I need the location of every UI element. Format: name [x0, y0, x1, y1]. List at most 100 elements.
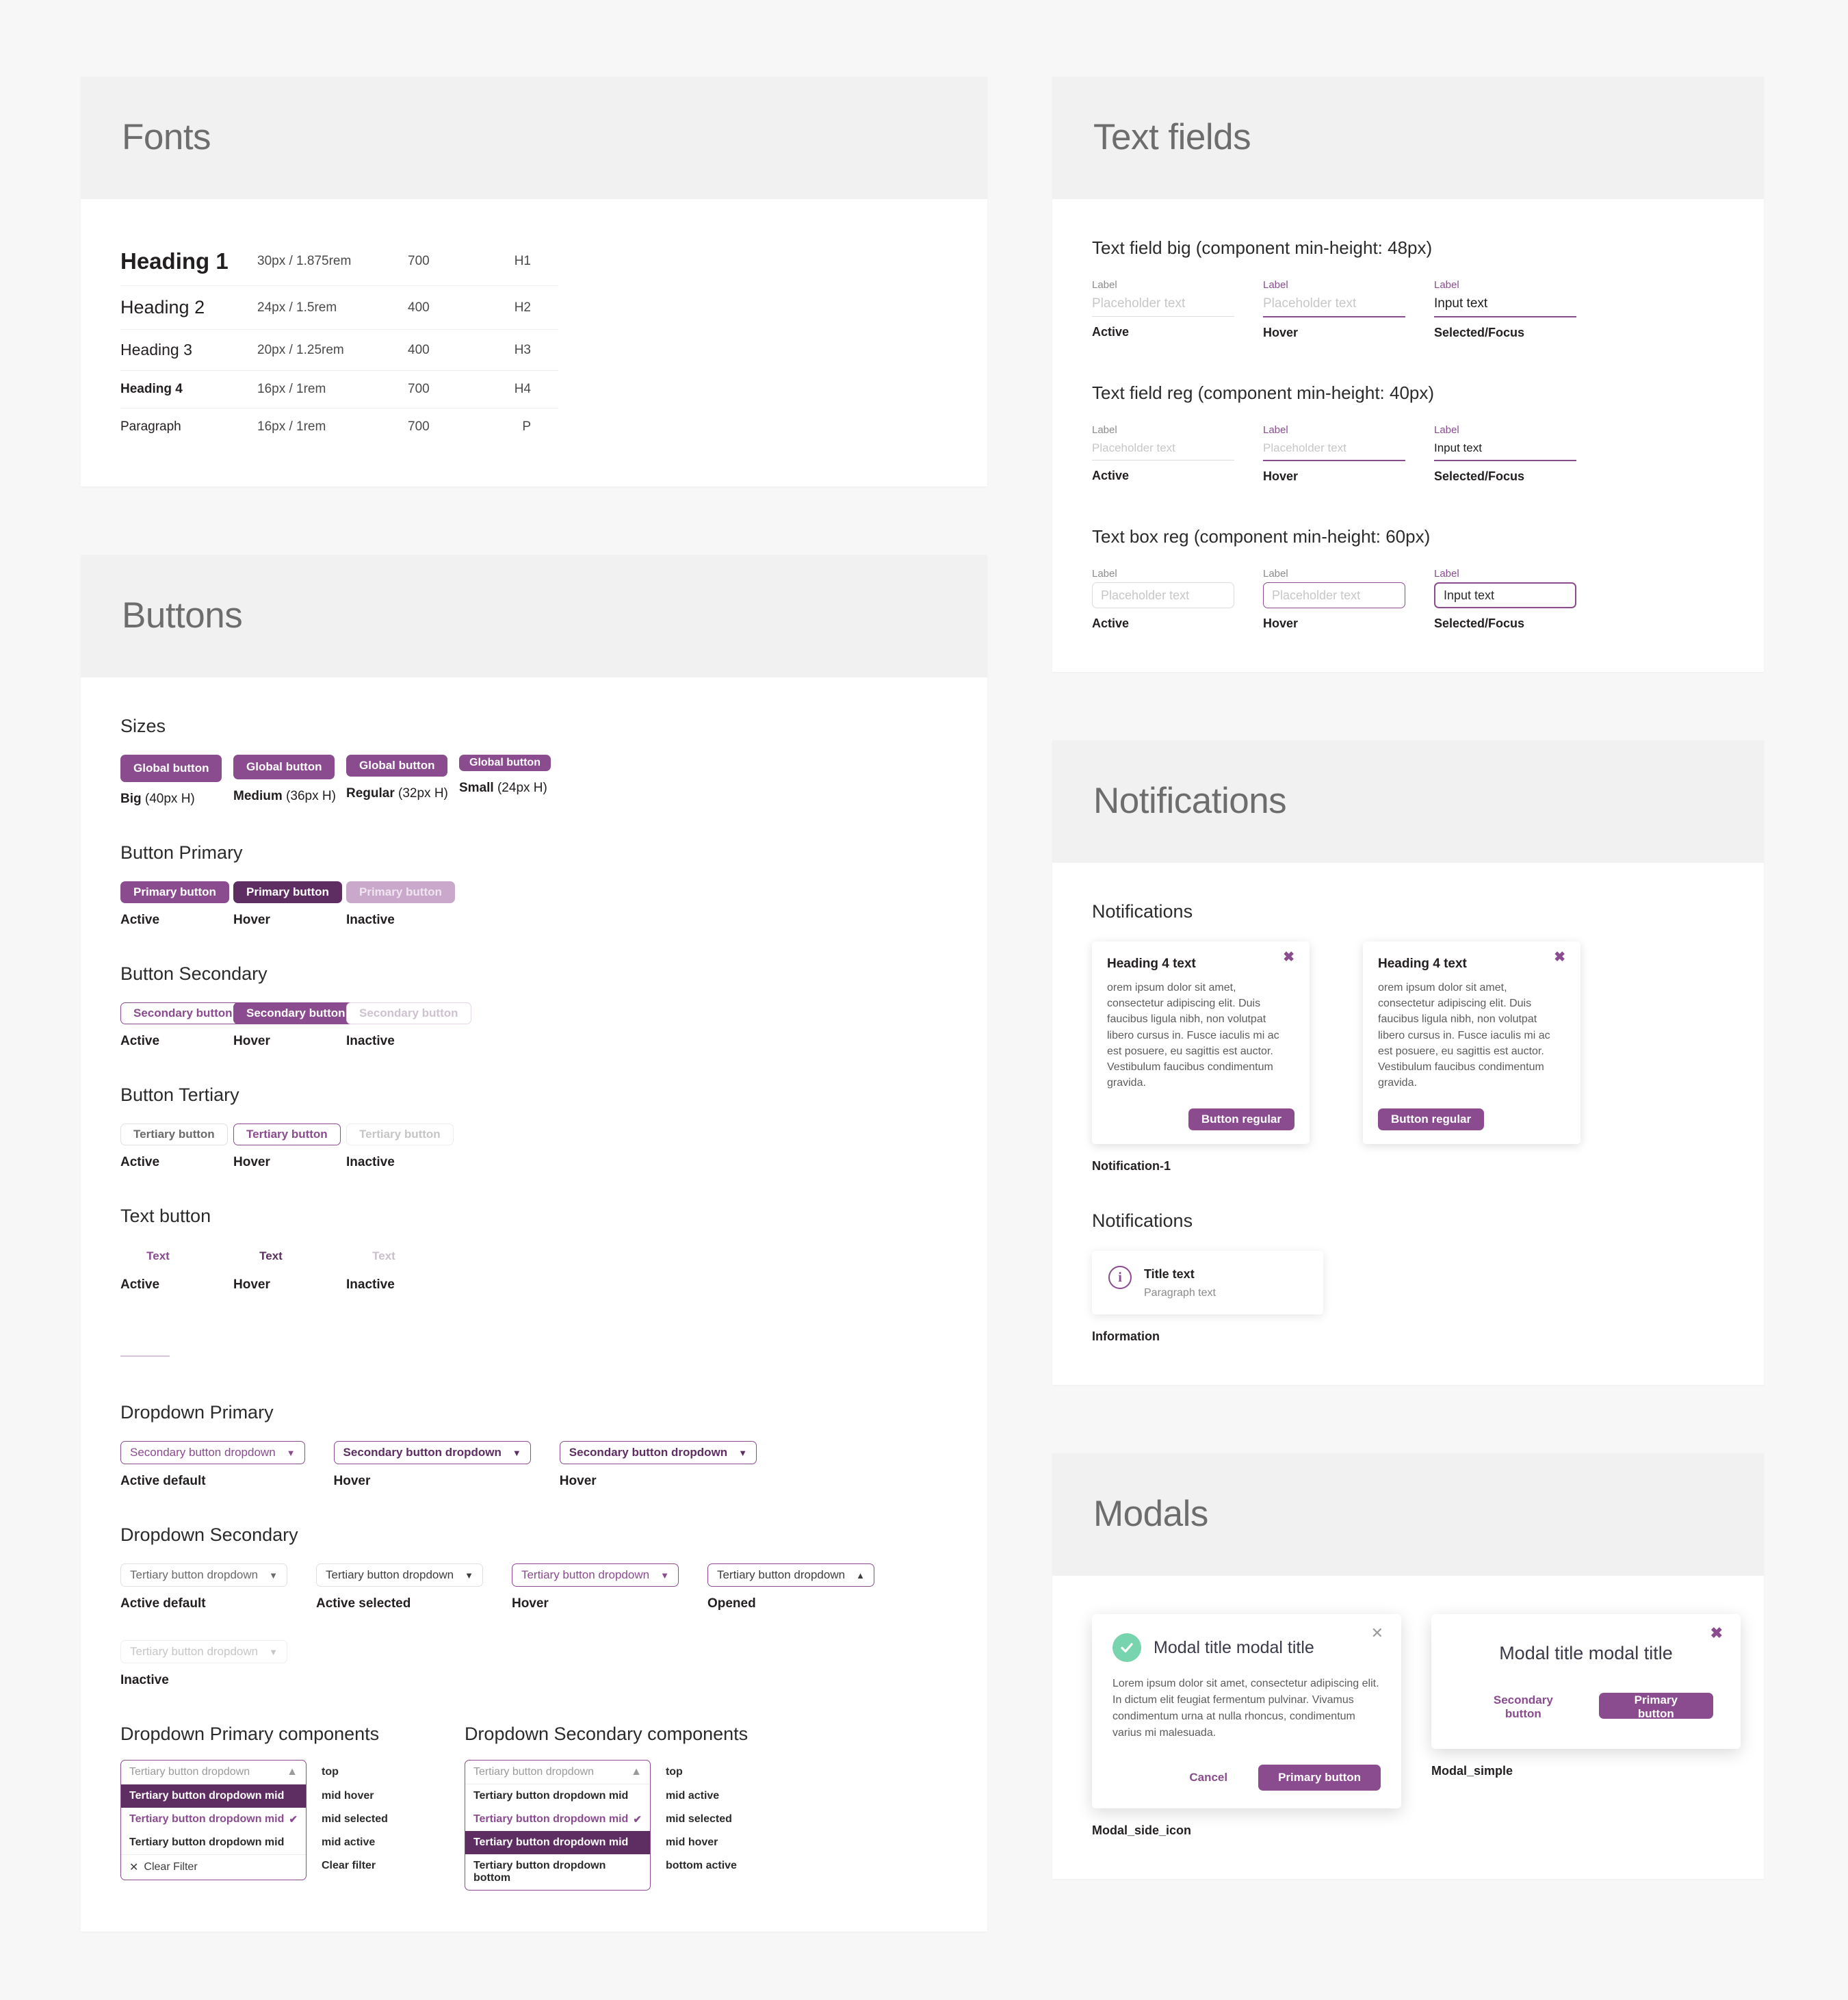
primary-button-active[interactable]: Primary button: [120, 881, 229, 903]
dropdown-primary-hover-1[interactable]: Secondary button dropdown ▼: [333, 1441, 531, 1464]
dropdown-secondary-active-default[interactable]: Tertiary button dropdown ▼: [120, 1563, 287, 1587]
list-item[interactable]: Tertiary button dropdown bottom: [465, 1854, 650, 1890]
state-label: Inactive: [346, 913, 395, 927]
global-button-regular[interactable]: Global button: [346, 755, 448, 777]
size-cell-regular: Global button Regular (32px H): [346, 755, 459, 801]
primary-button[interactable]: Primary button: [1598, 1693, 1713, 1720]
notification-button-regular[interactable]: Button regular: [1188, 1108, 1294, 1131]
table-row: Paragraph 16px / 1rem 700 P: [120, 408, 558, 446]
field-label: Label: [1092, 279, 1117, 291]
modals-panel-body: ✕ Modal title modal title Lorem ipsum do…: [1052, 1576, 1764, 1879]
chevron-up-icon: ▲: [631, 1766, 642, 1778]
modal-simple: ✖ Modal title modal title Secondary butt…: [1431, 1614, 1741, 1750]
dropdown-secondary-opened[interactable]: Tertiary button dropdown ▲: [707, 1563, 874, 1587]
notifications-group1-heading: Notifications: [1092, 901, 1193, 922]
font-size: 24px / 1.5rem: [257, 285, 408, 330]
dropdown-secondary-active-selected[interactable]: Tertiary button dropdown ▼: [315, 1563, 483, 1587]
state-label: Hover: [233, 913, 270, 927]
text-button-hover-wrap: Text: [233, 1245, 309, 1268]
primary-button-hover[interactable]: Primary button: [233, 881, 342, 903]
secondary-button-hover[interactable]: Secondary button: [233, 1002, 359, 1024]
state-label: Hover: [1263, 469, 1299, 483]
dropdown-components-row: Dropdown Primary components Tertiary but…: [120, 1724, 948, 1891]
dropdown-label: Tertiary button dropdown: [325, 1568, 454, 1581]
state-label: Hover: [233, 1155, 270, 1169]
list-item[interactable]: Tertiary button dropdown mid: [465, 1784, 650, 1808]
secondary-button-active[interactable]: Secondary button: [120, 1002, 246, 1024]
sizes-row: Global button Big (40px H) Global button…: [120, 755, 948, 807]
font-tag: H2: [497, 285, 558, 330]
divider: [120, 1355, 170, 1357]
button-sizes-block: Sizes Global button Big (40px H) Global …: [120, 716, 948, 807]
check-circle-icon: [1112, 1633, 1141, 1663]
text-input-reg-hover[interactable]: [1263, 439, 1405, 461]
dropdown-primary-components: Dropdown Primary components Tertiary but…: [120, 1724, 388, 1891]
state-label: Active default: [120, 1474, 206, 1488]
modal-title: Modal title modal title: [1154, 1637, 1314, 1657]
secondary-button[interactable]: Secondary button: [1459, 1693, 1588, 1720]
button-secondary-block: Button Secondary Secondary button Active…: [120, 963, 948, 1049]
text-box-input-active[interactable]: [1092, 582, 1234, 608]
clear-filter-item[interactable]: ✕ Clear Filter: [121, 1854, 306, 1880]
primary-button[interactable]: Primary button: [1258, 1765, 1381, 1791]
tertiary-button-active[interactable]: Tertiary button: [120, 1124, 228, 1145]
cancel-button[interactable]: Cancel: [1169, 1765, 1248, 1791]
list-item[interactable]: Tertiary button dropdown mid ✔: [465, 1808, 650, 1831]
fonts-panel-body: Heading 1 30px / 1.875rem 700 H1 Heading…: [81, 199, 987, 486]
notification-button-regular[interactable]: Button regular: [1378, 1108, 1485, 1131]
list-item-label: Tertiary button dropdown mid: [473, 1813, 629, 1825]
text-box-input-focus[interactable]: [1434, 582, 1576, 608]
list-item[interactable]: Tertiary button dropdown mid: [465, 1831, 650, 1854]
dropdown-label: Secondary button dropdown: [130, 1446, 276, 1459]
dropdown-list-top[interactable]: Tertiary button dropdown ▲: [465, 1761, 650, 1784]
table-row: Heading 1 30px / 1.875rem 700 H1: [120, 237, 558, 286]
size-name: Big: [120, 792, 142, 806]
dropdown-primary-block: Dropdown Primary Secondary button dropdo…: [120, 1402, 948, 1489]
text-input-reg-focus[interactable]: [1434, 439, 1576, 461]
list-item[interactable]: Tertiary button dropdown mid ✔: [121, 1808, 306, 1831]
close-icon[interactable]: ✖: [1550, 950, 1570, 965]
close-icon[interactable]: ✕: [1367, 1625, 1388, 1641]
text-input-reg-active[interactable]: [1092, 439, 1234, 460]
chevron-down-icon: ▼: [269, 1570, 278, 1581]
text-field-reg-active: Label Active: [1092, 424, 1234, 484]
state-label: Active: [120, 1277, 160, 1292]
text-input-big-focus[interactable]: [1434, 294, 1576, 317]
information-title: Title text: [1144, 1267, 1195, 1282]
buttons-panel-body: Sizes Global button Big (40px H) Global …: [81, 677, 987, 1932]
close-icon[interactable]: ✖: [1706, 1625, 1727, 1641]
dropdown-list-top[interactable]: Tertiary button dropdown ▲: [121, 1761, 306, 1784]
text-button-row: Text Active Text Hover Text Inactive: [120, 1245, 948, 1293]
field-label: Label: [1092, 424, 1117, 436]
dropdown-secondary-inactive-cell: Tertiary button dropdown ▼ Inactive: [120, 1640, 287, 1688]
global-button-big[interactable]: Global button: [120, 755, 222, 782]
dropdown-top-label: Tertiary button dropdown: [473, 1766, 595, 1778]
information-caption: Information: [1092, 1329, 1160, 1344]
state-label: Opened: [707, 1596, 756, 1611]
global-button-medium[interactable]: Global button: [233, 755, 335, 779]
dropdown-primary-hover-cell-2: Secondary button dropdown ▼ Hover: [559, 1441, 757, 1489]
text-box-reg-row: Label Active Label Hover Label Se: [1092, 568, 1724, 631]
global-button-small[interactable]: Global button: [459, 755, 551, 771]
text-button-active[interactable]: Text: [134, 1249, 182, 1263]
state-label: bottom active: [665, 1860, 737, 1871]
text-button-hover[interactable]: Text: [247, 1249, 295, 1263]
secondary-hover-cell: Secondary button Hover: [233, 1002, 359, 1049]
dropdown-secondary-hover[interactable]: Tertiary button dropdown ▼: [511, 1563, 679, 1587]
dropdown-secondary-heading: Dropdown Secondary: [120, 1524, 298, 1545]
close-icon[interactable]: ✖: [1279, 950, 1299, 965]
list-item[interactable]: Tertiary button dropdown mid: [121, 1831, 306, 1854]
state-label: mid hover: [665, 1836, 718, 1848]
dropdown-primary-hover-2[interactable]: Secondary button dropdown ▼: [559, 1441, 757, 1464]
text-input-big-hover[interactable]: [1263, 294, 1405, 317]
buttons-panel: Buttons Sizes Global button Big (40px H)…: [81, 555, 987, 1932]
size-value: (32px H): [394, 786, 448, 801]
text-input-big-active[interactable]: [1092, 294, 1234, 317]
secondary-inactive-cell: Secondary button Inactive: [346, 1002, 471, 1049]
text-box-input-hover[interactable]: [1263, 582, 1405, 608]
text-field-big-group: Text field big (component min-height: 48…: [1092, 237, 1724, 340]
dropdown-primary-active[interactable]: Secondary button dropdown ▼: [120, 1441, 305, 1464]
fonts-panel: Fonts Heading 1 30px / 1.875rem 700 H1 H…: [81, 77, 987, 486]
list-item[interactable]: Tertiary button dropdown mid: [121, 1784, 306, 1808]
tertiary-button-hover[interactable]: Tertiary button: [233, 1124, 341, 1145]
